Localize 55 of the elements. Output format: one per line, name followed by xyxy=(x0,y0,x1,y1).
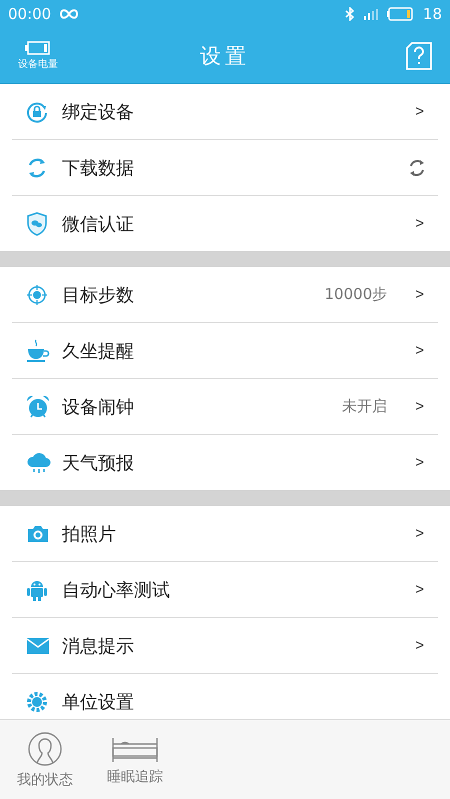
lock-icon xyxy=(26,100,48,122)
item-label: 消息提示 xyxy=(62,634,135,658)
item-label: 绑定设备 xyxy=(62,100,135,124)
chevron: > xyxy=(415,286,424,303)
settings-item[interactable]: 单位设置 xyxy=(12,674,438,719)
item-label: 下载数据 xyxy=(62,156,135,180)
signal-icon xyxy=(362,7,379,21)
target-icon xyxy=(26,284,48,306)
settings-item[interactable]: 拍照片 > xyxy=(12,506,438,562)
cup-icon xyxy=(26,338,50,362)
person-icon xyxy=(27,730,63,766)
settings-item[interactable]: 天气预报 > xyxy=(12,435,438,490)
bluetooth-icon xyxy=(344,7,355,21)
chevron: > xyxy=(415,454,424,471)
device-battery-label: 设备电量 xyxy=(18,58,58,70)
chevron: > xyxy=(415,525,424,542)
settings-item[interactable]: 下载数据 xyxy=(12,140,438,196)
settings-item[interactable]: 绑定设备 > xyxy=(12,84,438,140)
chevron: > xyxy=(415,398,424,415)
chevron: > xyxy=(415,215,424,232)
shield-icon xyxy=(26,212,48,236)
status-time: 00:00 xyxy=(8,5,52,23)
item-label: 目标步数 xyxy=(62,284,135,306)
chevron: > xyxy=(415,103,424,120)
help-icon[interactable] xyxy=(406,42,432,70)
infinity-icon xyxy=(59,9,80,19)
settings-item[interactable]: 设备闹钟 未开启 > xyxy=(12,379,438,435)
item-label: 设备闹钟 xyxy=(62,396,135,418)
page-title: 设置 xyxy=(199,42,251,70)
item-label: 单位设置 xyxy=(62,690,135,714)
tab[interactable]: 我的状态 xyxy=(0,720,90,799)
chevron: > xyxy=(415,637,424,654)
item-value: 10000步 xyxy=(324,285,388,304)
item-label: 自动心率测试 xyxy=(62,578,171,602)
alarm-clock-icon xyxy=(26,394,50,418)
chevron: > xyxy=(415,342,424,359)
sync-icon xyxy=(26,156,48,178)
envelope-icon xyxy=(26,636,50,654)
item-label: 微信认证 xyxy=(62,212,135,236)
settings-item[interactable]: 消息提示 > xyxy=(12,618,438,674)
tab[interactable]: 睡眠追踪 xyxy=(90,720,180,799)
refresh-icon[interactable] xyxy=(408,158,426,176)
battery-percent: 18 xyxy=(422,5,442,23)
item-label: 天气预报 xyxy=(62,452,135,474)
battery-icon xyxy=(386,7,415,21)
chevron: > xyxy=(415,581,424,598)
item-value: 未开启 xyxy=(342,397,388,416)
item-label: 拍照片 xyxy=(62,522,117,546)
item-label: 久坐提醒 xyxy=(62,340,135,362)
settings-item[interactable]: 目标步数 10000步 > xyxy=(12,267,438,323)
rain-cloud-icon xyxy=(26,452,52,474)
settings-item[interactable]: 久坐提醒 > xyxy=(12,323,438,379)
settings-item[interactable]: 自动心率测试 > xyxy=(12,562,438,618)
settings-item[interactable]: 微信认证 > xyxy=(12,196,438,251)
device-battery-icon[interactable] xyxy=(25,40,51,54)
